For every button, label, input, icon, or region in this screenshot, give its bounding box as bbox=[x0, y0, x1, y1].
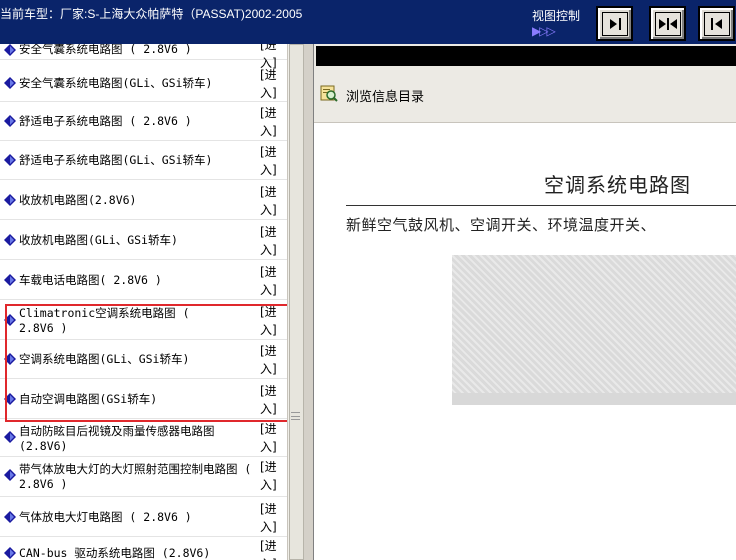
enter-link[interactable]: [进入] bbox=[260, 223, 282, 259]
split-center-icon bbox=[654, 11, 681, 36]
panel-splitter[interactable] bbox=[304, 44, 314, 560]
diamond-bullet-icon bbox=[4, 511, 16, 523]
arrow-left-bar-icon bbox=[710, 17, 722, 30]
list-item-label[interactable]: 自动防眩目后视镜及雨量传感器电路图(2.8V6) bbox=[19, 424, 254, 454]
diamond-bullet-icon bbox=[4, 547, 16, 559]
list-item-label[interactable]: 安全气囊系统电路图(GLi、GSi轿车) bbox=[19, 76, 254, 91]
list-item[interactable]: 带气体放电大灯的大灯照射范围控制电路图 ( 2.8V6 ) [进入] bbox=[0, 457, 287, 497]
current-model-title: 当前车型：厂家:S-上海大众帕萨特（PASSAT)2002-2005 bbox=[0, 7, 303, 21]
enter-link[interactable]: [进入] bbox=[260, 458, 282, 494]
list-item-label[interactable]: 车载电话电路图( 2.8V6 ) bbox=[19, 273, 254, 288]
enter-link[interactable]: [进入] bbox=[260, 500, 282, 536]
enter-link[interactable]: [进入] bbox=[260, 263, 282, 299]
enter-link[interactable]: [进入] bbox=[260, 143, 282, 179]
diamond-bullet-icon bbox=[4, 469, 16, 481]
enter-link[interactable]: [进入] bbox=[260, 104, 282, 140]
list-item[interactable]: 安全气囊系统电路图(GLi、GSi轿车) [进入] bbox=[0, 64, 287, 102]
expand-right-view-button[interactable] bbox=[596, 6, 633, 41]
document-divider bbox=[346, 205, 736, 206]
document-subtitle: 新鲜空气鼓风机、空调开关、环境温度开关、 bbox=[346, 216, 657, 234]
enter-link[interactable]: [进入] bbox=[260, 420, 282, 456]
arrows-center-icon bbox=[658, 17, 677, 30]
circuit-diagram-image bbox=[452, 255, 736, 405]
list-item[interactable]: 舒适电子系统电路图(GLi、GSi轿车) [进入] bbox=[0, 141, 287, 180]
list-item[interactable]: 气体放电大灯电路图 ( 2.8V6 ) [进入] bbox=[0, 497, 287, 537]
split-view-button[interactable] bbox=[649, 6, 686, 41]
diamond-bullet-icon bbox=[4, 44, 16, 56]
content-panel: 浏览信息目录 空调系统电路图 新鲜空气鼓风机、空调开关、环境温度开关、 bbox=[314, 44, 736, 560]
list-item-label[interactable]: 气体放电大灯电路图 ( 2.8V6 ) bbox=[19, 510, 254, 525]
scrollbar-thumb[interactable] bbox=[289, 44, 304, 560]
list-item[interactable]: 收放机电路图(GLi、GSi轿车) [进入] bbox=[0, 220, 287, 260]
list-item-label[interactable]: CAN-bus 驱动系统电路图 (2.8V6) bbox=[19, 546, 254, 560]
content-toolbar: 浏览信息目录 bbox=[314, 66, 736, 122]
list-item-label[interactable]: 舒适电子系统电路图 ( 2.8V6 ) bbox=[19, 114, 254, 129]
enter-link[interactable]: [进入] bbox=[260, 66, 282, 102]
title-bar: 当前车型：厂家:S-上海大众帕萨特（PASSAT)2002-2005 视图控制 … bbox=[0, 0, 736, 44]
list-item[interactable]: 舒适电子系统电路图 ( 2.8V6 ) [进入] bbox=[0, 102, 287, 141]
enter-link[interactable]: [进入] bbox=[260, 537, 282, 560]
document-title: 空调系统电路图 bbox=[544, 173, 691, 197]
browse-catalog-icon[interactable] bbox=[320, 84, 338, 102]
expand-left-icon bbox=[703, 11, 730, 36]
list-item[interactable]: CAN-bus 驱动系统电路图 (2.8V6) [进入] bbox=[0, 537, 287, 560]
list-item[interactable]: 安全气囊系统电路图 ( 2.8V6 ) [进入] bbox=[0, 44, 287, 70]
list-item[interactable]: 收放机电路图(2.8V6) [进入] bbox=[0, 180, 287, 220]
expand-right-icon bbox=[601, 11, 628, 36]
arrow-right-bar-icon bbox=[609, 17, 621, 30]
document-viewer: 空调系统电路图 新鲜空气鼓风机、空调开关、环境温度开关、 bbox=[314, 122, 736, 560]
expand-left-view-button[interactable] bbox=[698, 6, 735, 41]
list-item[interactable]: 车载电话电路图( 2.8V6 ) [进入] bbox=[0, 260, 287, 300]
diamond-bullet-icon bbox=[4, 234, 16, 246]
list-item[interactable]: 自动防眩目后视镜及雨量传感器电路图(2.8V6) [进入] bbox=[0, 419, 287, 457]
list-item-label[interactable]: 安全气囊系统电路图 ( 2.8V6 ) bbox=[19, 44, 254, 57]
diamond-bullet-icon bbox=[4, 431, 16, 443]
list-scrollbar[interactable] bbox=[287, 44, 304, 560]
scrollbar-grip-icon bbox=[291, 412, 300, 420]
list-item-label[interactable]: 带气体放电大灯的大灯照射范围控制电路图 ( 2.8V6 ) bbox=[19, 462, 254, 492]
circuit-list-panel: 安全气囊系统电路图 ( 2.8V6 ) [进入] 安全气囊系统电路图(GLi、G… bbox=[0, 44, 287, 560]
list-item-label[interactable]: 舒适电子系统电路图(GLi、GSi轿车) bbox=[19, 153, 254, 168]
list-item-label[interactable]: 收放机电路图(GLi、GSi轿车) bbox=[19, 233, 254, 248]
diamond-bullet-icon bbox=[4, 274, 16, 286]
selection-highlight-box bbox=[5, 304, 287, 422]
enter-link[interactable]: [进入] bbox=[260, 183, 282, 219]
diamond-bullet-icon bbox=[4, 77, 16, 89]
diamond-bullet-icon bbox=[4, 115, 16, 127]
diamond-bullet-icon bbox=[4, 194, 16, 206]
diamond-bullet-icon bbox=[4, 154, 16, 166]
browse-catalog-label[interactable]: 浏览信息目录 bbox=[346, 86, 424, 105]
view-control-arrow-icon: ▶▷▷ bbox=[532, 24, 556, 38]
content-header-bar bbox=[316, 46, 736, 66]
view-control-label: 视图控制 bbox=[532, 9, 581, 23]
list-item-label[interactable]: 收放机电路图(2.8V6) bbox=[19, 193, 254, 208]
